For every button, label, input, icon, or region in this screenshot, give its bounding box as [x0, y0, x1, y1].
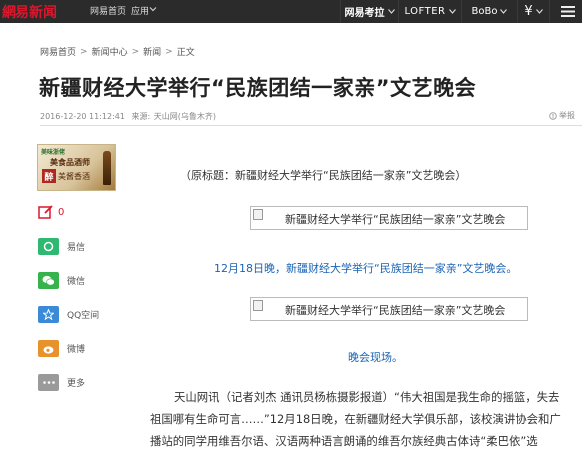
qzone-star-icon	[38, 306, 59, 323]
yen-icon: ¥	[524, 4, 533, 19]
breadcrumb-news-center[interactable]: 新闻中心	[92, 45, 128, 58]
breadcrumb-news[interactable]: 新闻	[143, 45, 161, 58]
ad-subline: 美酱香酒	[58, 172, 90, 181]
ad-headline: 美食品酒师	[50, 157, 90, 167]
bobo-label: BoBo	[471, 6, 498, 17]
publish-date: 2016-12-20 11:12:41	[40, 112, 125, 121]
netease-news-logo[interactable]: 網易 新闻	[2, 1, 57, 22]
article-image: 新疆财经大学举行“民族团结一家亲”文艺晚会	[250, 206, 528, 230]
share-more[interactable]: 更多	[38, 374, 85, 391]
source-link[interactable]: 天山网(乌鲁木齐)	[154, 112, 216, 121]
share-label: QQ空间	[67, 311, 100, 321]
kaola-link[interactable]: 网易考拉	[340, 0, 398, 23]
body-line: 祖国哪有生命可言……”12月18日晚，在新疆财经大学俱乐部，该校演讲协会和广	[150, 412, 561, 426]
share-qzone[interactable]: QQ空间	[38, 306, 99, 323]
divider	[40, 125, 582, 126]
more-dots-icon	[38, 374, 59, 391]
logo-news-text: 新闻	[29, 4, 57, 21]
ad-badge: 醉	[42, 169, 56, 183]
image-alt-text: 新疆财经大学举行“民族团结一家亲”文艺晚会	[285, 213, 506, 226]
share-wechat[interactable]: 微信	[38, 272, 85, 289]
breadcrumb-current: 正文	[176, 48, 195, 58]
chevron-down-icon	[448, 9, 456, 14]
page-title: 新疆财经大学举行“民族团结一家亲”文艺晚会	[39, 76, 477, 100]
lofter-label: LOFTER	[404, 6, 446, 17]
share-label: 易信	[67, 243, 86, 253]
image-caption: 12月18日晚，新疆财经大学举行“民族团结一家亲”文艺晚会。	[214, 262, 518, 275]
broken-image-icon	[253, 300, 263, 311]
image-alt-text: 新疆财经大学举行“民族团结一家亲”文艺晚会	[285, 304, 506, 317]
wine-bottle-image	[103, 151, 111, 185]
breadcrumb-separator: >	[80, 46, 88, 57]
article-image: 新疆财经大学举行“民族团结一家亲”文艺晚会	[250, 297, 528, 321]
wechat-icon	[38, 272, 59, 289]
menu-icon	[560, 6, 575, 17]
weibo-icon	[38, 340, 59, 357]
sidebar-ad[interactable]: 美味浙佬 美食品酒师 醉 美酱香酒	[37, 144, 116, 191]
share-yixin[interactable]: 易信	[38, 238, 85, 255]
source-label: 来源:	[131, 112, 151, 121]
image-caption: 晚会现场。	[348, 351, 403, 364]
menu-button[interactable]	[549, 0, 582, 23]
share-label: 微信	[67, 277, 86, 287]
share-label: 微博	[67, 345, 86, 355]
share-label: 更多	[67, 379, 86, 389]
breadcrumb-separator: >	[131, 46, 140, 57]
broken-image-icon	[253, 209, 263, 220]
lofter-link[interactable]: LOFTER	[398, 0, 461, 23]
report-button[interactable]: 举报	[549, 110, 575, 121]
share-weibo[interactable]: 微博	[38, 340, 85, 357]
breadcrumb: 网易首页 > 新闻中心 > 新闻 > 正文	[40, 45, 195, 59]
original-title-note: （原标题：新疆财经大学举行“民族团结一家亲”文艺晚会）	[180, 169, 467, 182]
ad-brand: 美味浙佬	[41, 149, 66, 156]
article-meta: 2016-12-20 11:12:41 来源: 天山网(乌鲁木齐)	[40, 111, 220, 122]
lottery-link[interactable]: ¥	[517, 0, 549, 23]
comment-edit-icon	[38, 205, 53, 219]
breadcrumb-home[interactable]: 网易首页	[40, 45, 76, 58]
home-link[interactable]: 网易首页	[90, 4, 126, 17]
chevron-down-icon	[149, 7, 157, 12]
report-icon	[549, 111, 557, 120]
body-line: 天山网讯（记者刘杰 通讯员杨栋摄影报道）“伟大祖国是我生命的摇篮，失去	[174, 390, 560, 404]
apps-link[interactable]: 应用	[131, 4, 149, 17]
body-line: 播站的同学用维吾尔语、汉语两种语言朗诵的维吾尔族经典古体诗“柔巴依”选	[150, 434, 538, 448]
chevron-down-icon	[500, 9, 508, 14]
yixin-icon	[38, 238, 59, 255]
top-nav-bar: 網易 新闻 网易首页 应用 网易考拉 LOFTER BoBo ¥	[0, 0, 582, 23]
comment-count: 0	[58, 206, 65, 218]
article-body: 天山网讯（记者刘杰 通讯员杨栋摄影报道）“伟大祖国是我生命的摇篮，失去 祖国哪有…	[150, 386, 580, 450]
chevron-down-icon	[535, 9, 543, 14]
report-label: 举报	[559, 111, 575, 120]
logo-netease-text: 網易	[2, 4, 29, 21]
chevron-down-icon	[387, 9, 395, 14]
breadcrumb-separator: >	[165, 46, 173, 57]
bobo-link[interactable]: BoBo	[461, 0, 517, 23]
kaola-label: 网易考拉	[344, 8, 385, 19]
comment-button[interactable]: 0	[38, 205, 64, 219]
